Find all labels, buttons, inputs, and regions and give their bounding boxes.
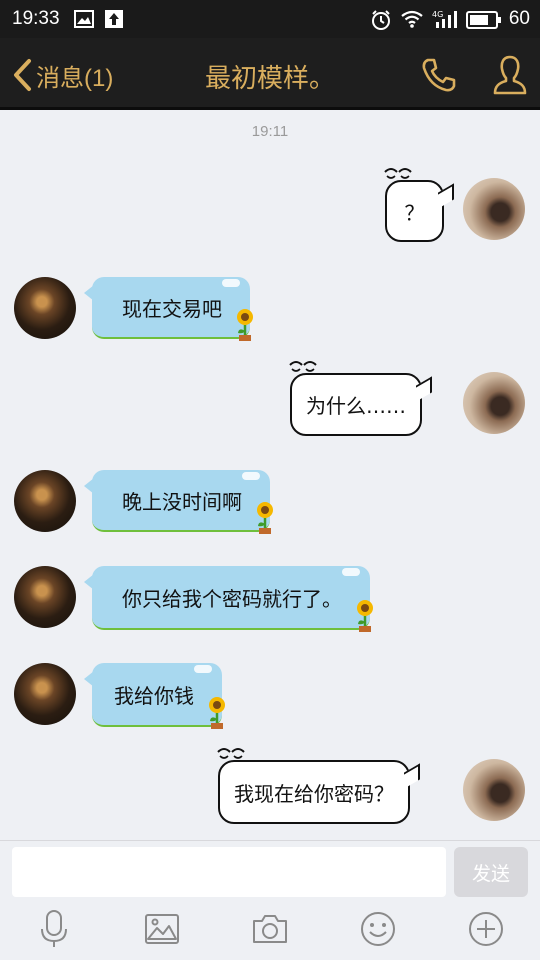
contact-avatar[interactable]	[14, 470, 76, 532]
cellular-signal-icon: 4G	[432, 9, 462, 35]
chat-area[interactable]: 19:11 ？ 现在交易吧 为什么…… 晚上没时间啊 你只给我个密码就行了。 我…	[0, 113, 540, 840]
message-text: 你只给我个密码就行了。	[122, 586, 342, 611]
wifi-icon	[400, 9, 424, 35]
status-time: 19:33	[12, 8, 60, 29]
camera-icon	[253, 915, 287, 943]
plus-icon	[469, 912, 503, 946]
message-text: 我现在给你密码？	[234, 781, 394, 806]
status-bar: 19:33 4G 60	[0, 0, 540, 38]
profile-button[interactable]	[492, 54, 528, 100]
contact-avatar[interactable]	[14, 663, 76, 725]
contact-avatar[interactable]	[14, 566, 76, 628]
emoji-icon	[361, 912, 395, 946]
message-text: 我给你钱	[114, 683, 194, 708]
my-avatar[interactable]	[463, 178, 525, 240]
sunflower-icon	[357, 600, 373, 632]
send-button[interactable]: 发送	[454, 847, 528, 897]
outgoing-message[interactable]: 我现在给你密码？	[217, 748, 410, 824]
sunflower-icon	[237, 309, 253, 341]
cloud-decoration	[242, 472, 260, 480]
sticker-eyes-icon	[384, 168, 412, 179]
my-avatar[interactable]	[463, 372, 525, 434]
cloud-decoration	[194, 665, 212, 673]
sunflower-icon	[257, 502, 273, 534]
incoming-message[interactable]: 我给你钱	[84, 663, 225, 729]
incoming-message[interactable]: 你只给我个密码就行了。	[84, 566, 373, 632]
phone-icon	[422, 58, 456, 92]
chat-title: 最初模样。	[204, 64, 335, 94]
upload-notification-icon	[104, 9, 124, 35]
my-avatar[interactable]	[463, 759, 525, 821]
incoming-message[interactable]: 晚上没时间啊	[84, 470, 273, 534]
input-bar: 发送	[0, 840, 540, 960]
camera-button[interactable]	[250, 909, 290, 949]
sticker-eyes-icon	[289, 361, 317, 372]
svg-text:4G: 4G	[432, 10, 443, 19]
sticker-eyes-icon	[217, 748, 245, 759]
gallery-button[interactable]	[142, 909, 182, 949]
message-input[interactable]	[12, 847, 446, 897]
battery-level: 60	[508, 8, 530, 29]
alarm-icon	[370, 9, 392, 37]
call-button[interactable]	[420, 56, 458, 98]
more-button[interactable]	[466, 909, 506, 949]
message-text: ？	[404, 200, 425, 225]
cloud-decoration	[222, 279, 240, 287]
message-timestamp: 19:11	[251, 123, 289, 140]
contact-avatar[interactable]	[14, 277, 76, 339]
battery-icon	[466, 11, 502, 35]
incoming-message[interactable]: 现在交易吧	[84, 277, 253, 341]
message-text: 晚上没时间啊	[122, 489, 242, 514]
emoji-button[interactable]	[358, 909, 398, 949]
chat-header: 消息(1) 最初模样。	[0, 38, 540, 110]
voice-button[interactable]	[34, 909, 74, 949]
outgoing-message[interactable]: 为什么……	[289, 361, 422, 436]
microphone-icon	[41, 910, 67, 947]
person-icon	[493, 55, 527, 95]
gallery-notification-icon	[74, 9, 94, 35]
message-text: 现在交易吧	[122, 296, 222, 321]
outgoing-message[interactable]: ？	[384, 168, 444, 242]
sunflower-icon	[209, 697, 225, 729]
message-text: 为什么……	[306, 394, 406, 418]
image-icon	[145, 914, 179, 944]
cloud-decoration	[342, 568, 360, 576]
